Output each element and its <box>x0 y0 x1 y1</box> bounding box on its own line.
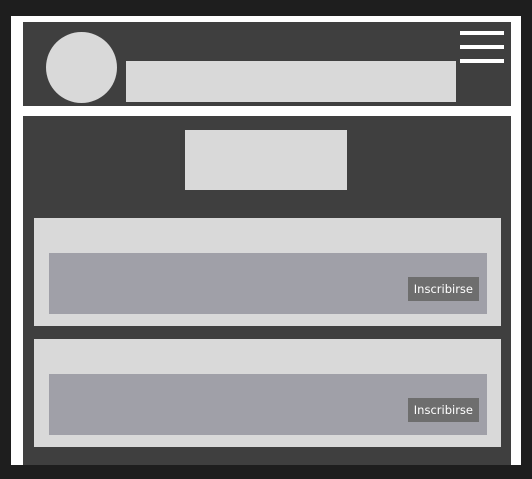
main-content: Inscribirse Inscribirse <box>23 116 511 465</box>
card-content-placeholder: Inscribirse <box>49 253 487 314</box>
hamburger-menu-icon[interactable] <box>460 31 504 63</box>
course-card: Inscribirse <box>34 339 501 447</box>
card-content-placeholder: Inscribirse <box>49 374 487 435</box>
header-title-placeholder <box>126 61 456 102</box>
subscribe-button[interactable]: Inscribirse <box>407 277 479 301</box>
subscribe-button[interactable]: Inscribirse <box>407 398 479 422</box>
banner-placeholder <box>185 130 347 190</box>
avatar[interactable] <box>46 32 117 103</box>
course-card: Inscribirse <box>34 218 501 326</box>
app-frame: Inscribirse Inscribirse <box>11 16 521 465</box>
header <box>23 22 511 106</box>
